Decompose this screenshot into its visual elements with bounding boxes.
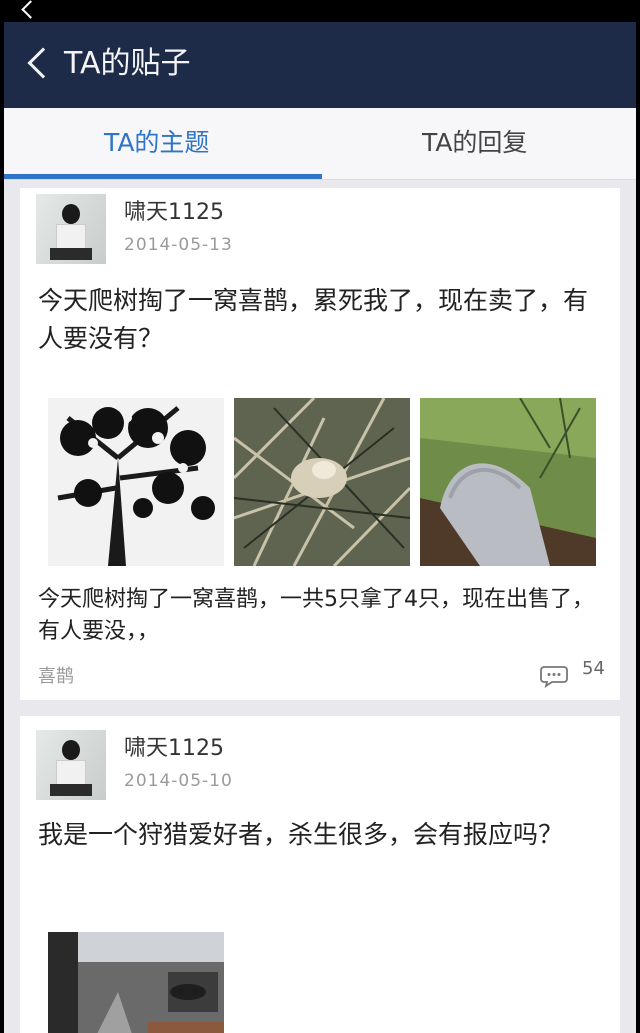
- back-button[interactable]: [27, 47, 59, 79]
- status-strip: [0, 0, 640, 22]
- username[interactable]: 啸天1125: [124, 198, 224, 228]
- post-photo-climbing[interactable]: [420, 398, 596, 566]
- username[interactable]: 啸天1125: [124, 734, 224, 764]
- nav-bar: TA的贴子: [4, 22, 636, 108]
- post-card[interactable]: 啸天1125 2014-05-10 我是一个狩猎爱好者，杀生很多，会有报应吗？: [20, 716, 620, 1033]
- photo-grid: [48, 398, 596, 566]
- app-screen: TA的贴子 TA的主题 TA的回复 啸天1125 2014-05-13 今天爬树…: [4, 22, 636, 1033]
- post-card[interactable]: 啸天1125 2014-05-13 今天爬树掏了一窝喜鹊，累死我了，现在卖了，有…: [20, 188, 620, 700]
- post-body: 今天爬树掏了一窝喜鹊，一共5只拿了4只，现在出售了，有人要没，，: [38, 587, 594, 644]
- post-title[interactable]: 今天爬树掏了一窝喜鹊，累死我了，现在卖了，有人要没有？: [38, 282, 598, 358]
- comment-count: 54: [582, 658, 605, 679]
- tab-bar: TA的主题 TA的回复: [4, 108, 636, 180]
- avatar[interactable]: [36, 730, 106, 800]
- speech-bubble-icon[interactable]: [540, 664, 568, 688]
- post-date: 2014-05-13: [124, 235, 233, 255]
- tab-topics[interactable]: TA的主题: [104, 126, 209, 160]
- post-date: 2014-05-10: [124, 771, 233, 791]
- post-photo-tree[interactable]: [48, 398, 224, 566]
- divider: [4, 179, 636, 180]
- post-photo-room[interactable]: [48, 932, 224, 1033]
- post-photo-nest[interactable]: [234, 398, 410, 566]
- page-title: TA的贴子: [64, 46, 191, 81]
- chevron-left-icon[interactable]: [21, 0, 40, 19]
- tab-replies[interactable]: TA的回复: [422, 126, 527, 160]
- post-tag[interactable]: 喜鹊: [38, 662, 74, 688]
- avatar[interactable]: [36, 194, 106, 264]
- post-title[interactable]: 我是一个狩猎爱好者，杀生很多，会有报应吗？: [38, 816, 598, 854]
